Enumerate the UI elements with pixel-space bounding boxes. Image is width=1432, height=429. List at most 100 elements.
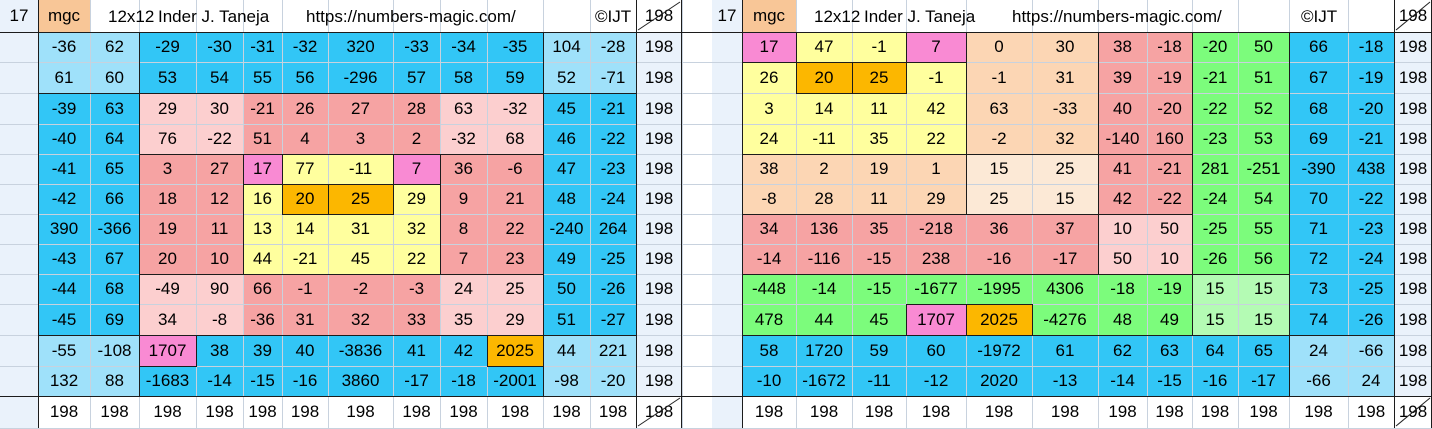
square-cell: 136 — [796, 214, 852, 244]
square-cell: 15 — [1032, 184, 1098, 214]
mgc-label: mgc — [38, 0, 90, 32]
square-cell: -366 — [90, 214, 139, 244]
square-cell: -14 — [796, 274, 852, 304]
column-sum: 198 — [440, 396, 487, 428]
square-cell: 1720 — [796, 335, 852, 366]
square-cell: -4276 — [1032, 304, 1098, 335]
square-cell: -16 — [966, 244, 1032, 274]
square-cell: -26 — [1192, 244, 1238, 274]
row-sum: 198 — [1394, 154, 1432, 184]
square-cell: -20 — [590, 366, 636, 396]
square-cell: 90 — [196, 274, 243, 304]
column-sum: 198 — [852, 396, 906, 428]
square-cell: -22 — [590, 124, 636, 154]
row-sum: 198 — [636, 214, 682, 244]
square-cell: 2 — [796, 154, 852, 184]
square-cell: 27 — [196, 154, 243, 184]
square-cell: 55 — [1238, 214, 1289, 244]
square-cell: -1972 — [966, 335, 1032, 366]
square-cell: 69 — [90, 304, 139, 335]
square-cell: 238 — [906, 244, 966, 274]
square-cell: 61 — [1032, 335, 1098, 366]
square-cell: 26 — [742, 62, 796, 93]
square-cell: -18 — [440, 366, 487, 396]
square-cell: 25 — [487, 274, 543, 304]
square-cell: -11 — [852, 366, 906, 396]
square-cell: -108 — [90, 335, 139, 366]
column-sum: 198 — [796, 396, 852, 428]
row-sum: 198 — [1394, 214, 1432, 244]
square-cell: 42 — [906, 93, 966, 124]
column-sum: 198 — [243, 396, 282, 428]
square-cell: 39 — [1098, 62, 1147, 93]
square-cell: 66 — [90, 184, 139, 214]
square-cell: 44 — [543, 335, 590, 366]
square-cell: -20 — [1147, 93, 1192, 124]
square-cell: -44 — [38, 274, 90, 304]
square-cell: 70 — [1289, 184, 1348, 214]
square-cell: 58 — [440, 62, 487, 93]
square-cell: 38 — [742, 154, 796, 184]
square-cell: -23 — [1348, 214, 1394, 244]
square-cell: -66 — [1289, 366, 1348, 396]
square-cell: 53 — [1238, 124, 1289, 154]
square-cell: -25 — [1192, 214, 1238, 244]
magic-square-left: 17mgc12x12Inder J. Tanejahttps://numbers… — [0, 0, 712, 428]
square-cell: 264 — [590, 214, 636, 244]
row-sum: 198 — [1394, 335, 1432, 366]
square-cell: -24 — [1192, 184, 1238, 214]
square-cell: 73 — [1289, 274, 1348, 304]
square-cell: 221 — [590, 335, 636, 366]
square-cell: 14 — [282, 214, 328, 244]
square-cell: 3 — [742, 93, 796, 124]
square-cell: -33 — [1032, 93, 1098, 124]
square-cell: 34 — [742, 214, 796, 244]
square-cell: -23 — [590, 154, 636, 184]
square-cell: 10 — [196, 244, 243, 274]
square-cell: -1683 — [139, 366, 196, 396]
square-cell: 18 — [139, 184, 196, 214]
square-cell: 31 — [1032, 62, 1098, 93]
square-cell: 7 — [906, 32, 966, 62]
square-cell: -21 — [1192, 62, 1238, 93]
square-cell: -251 — [1238, 154, 1289, 184]
row-sum: 198 — [1394, 366, 1432, 396]
square-cell: -8 — [742, 184, 796, 214]
square-cell: 38 — [196, 335, 243, 366]
square-cell: 24 — [440, 274, 487, 304]
row-sum: 198 — [1394, 32, 1432, 62]
square-cell: 25 — [852, 62, 906, 93]
square-cell: 48 — [543, 184, 590, 214]
square-cell: 2 — [393, 124, 440, 154]
square-cell: 71 — [1289, 214, 1348, 244]
column-sum: 198 — [139, 396, 196, 428]
square-cell: 44 — [796, 304, 852, 335]
square-cell: -24 — [590, 184, 636, 214]
square-cell: -6 — [487, 154, 543, 184]
square-cell: -448 — [742, 274, 796, 304]
square-cell: 20 — [139, 244, 196, 274]
header-author: Inder J. Taneja — [864, 0, 975, 32]
square-cell: -20 — [1192, 32, 1238, 62]
square-cell: 62 — [90, 32, 139, 62]
square-cell: 62 — [1098, 335, 1147, 366]
square-cell: -21 — [1147, 154, 1192, 184]
square-cell: 66 — [1289, 32, 1348, 62]
square-cell: -19 — [1348, 62, 1394, 93]
square-cell: -22 — [1348, 184, 1394, 214]
square-cell: 34 — [139, 304, 196, 335]
square-cell: 7 — [393, 154, 440, 184]
row-sum: 198 — [1394, 124, 1432, 154]
square-cell: -33 — [393, 32, 440, 62]
square-cell: 59 — [487, 62, 543, 93]
square-cell: 4 — [282, 124, 328, 154]
header-size: 12x12 — [814, 0, 860, 32]
square-cell: 66 — [243, 274, 282, 304]
square-cell: -17 — [1032, 244, 1098, 274]
square-cell: -55 — [38, 335, 90, 366]
square-cell: 24 — [1348, 366, 1394, 396]
square-cell: -98 — [543, 366, 590, 396]
square-cell: 64 — [1192, 335, 1238, 366]
square-cell: 50 — [1147, 214, 1192, 244]
column-sum: 198 — [90, 396, 139, 428]
